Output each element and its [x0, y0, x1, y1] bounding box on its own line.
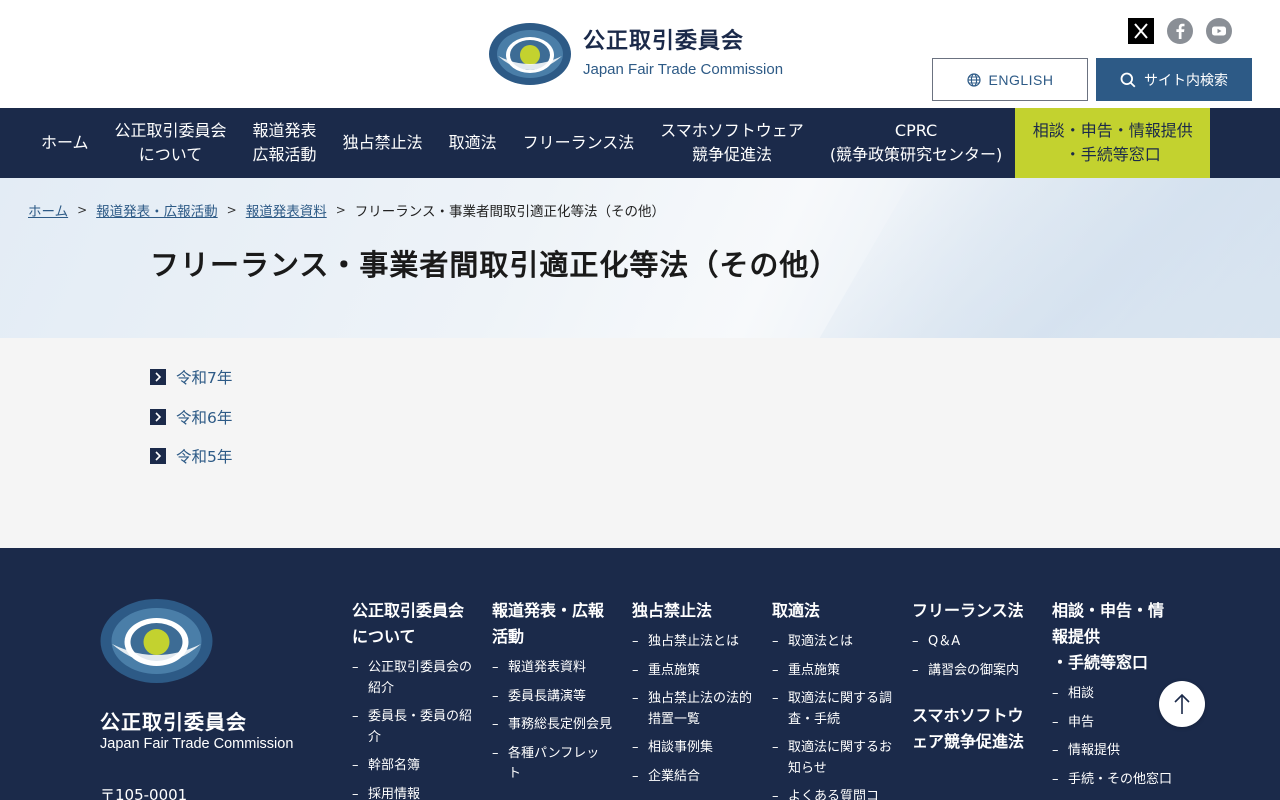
footer-link[interactable]: 各種パンフレット [492, 744, 612, 785]
breadcrumb-separator: > [77, 203, 88, 217]
youtube-icon[interactable] [1206, 18, 1232, 44]
footer-name-ja: 公正取引委員会 [100, 710, 247, 734]
footer-col-consultation: 相談・申告・情 報提供 ・手続等窓口 相談 申告 情報提供 手続・その他窓口 [1052, 598, 1172, 798]
footer-link[interactable]: 事務総長定例会見 [492, 715, 612, 736]
nav-smartphone[interactable]: スマホソフトウェア 競争促進法 [647, 108, 817, 178]
footer-link[interactable]: よくある質問コ [772, 787, 892, 800]
chevron-right-icon [150, 369, 166, 385]
footer-link[interactable]: 委員長・委員の紹介 [352, 707, 472, 748]
breadcrumb-home[interactable]: ホーム [28, 200, 68, 220]
nav-toriteki[interactable]: 取適法 [436, 108, 510, 178]
nav-consultation[interactable]: 相談・申告・情報提供 ・手続等窓口 [1015, 108, 1211, 178]
site-logo[interactable]: 公正取引委員会 Japan Fair Trade Commission [488, 22, 783, 86]
year-link[interactable]: 令和7年 [176, 366, 232, 388]
footer-link[interactable]: 情報提供 [1052, 741, 1172, 762]
footer-link[interactable]: 委員長講演等 [492, 687, 612, 708]
nav-home[interactable]: ホーム [28, 108, 102, 178]
footer-col-press: 報道発表・広報 活動 報道発表資料 委員長講演等 事務総長定例会見 各種パンフレ… [492, 598, 612, 793]
back-to-top-button[interactable] [1159, 681, 1205, 727]
arrow-up-icon [1174, 693, 1190, 714]
year-link[interactable]: 令和6年 [176, 406, 232, 428]
globe-icon [966, 72, 981, 87]
english-button[interactable]: ENGLISH [932, 58, 1088, 101]
nav-press[interactable]: 報道発表 広報活動 [240, 108, 330, 178]
footer-link[interactable]: 相談 [1052, 684, 1172, 705]
breadcrumb-press-materials[interactable]: 報道発表資料 [246, 200, 327, 220]
logo-name-en: Japan Fair Trade Commission [583, 61, 784, 78]
page-hero: ホーム > 報道発表・広報活動 > 報道発表資料 > フリーランス・事業者間取引… [0, 178, 1280, 338]
site-search-button[interactable]: サイト内検索 [1096, 58, 1252, 101]
x-icon[interactable] [1128, 18, 1154, 44]
footer-link[interactable]: 講習会の御案内 [912, 661, 1032, 682]
main-content: 令和7年 令和6年 令和5年 [0, 338, 1280, 548]
breadcrumb: ホーム > 報道発表・広報活動 > 報道発表資料 > フリーランス・事業者間取引… [28, 200, 665, 220]
list-item: 令和5年 [150, 446, 232, 466]
footer-link[interactable]: Q＆A [912, 632, 1032, 653]
footer-col-about: 公正取引委員会 について 公正取引委員会の紹介 委員長・委員の紹介 幹部名簿 採… [352, 598, 472, 800]
list-item: 令和7年 [150, 367, 232, 387]
year-list: 令和7年 令和6年 令和5年 [150, 367, 232, 486]
footer-link[interactable]: 独占禁止法とは [632, 632, 752, 653]
footer-heading[interactable]: フリーランス法 [912, 598, 1032, 624]
footer-heading[interactable]: 公正取引委員会 について [352, 598, 472, 650]
breadcrumb-separator: > [335, 203, 346, 217]
breadcrumb-current: フリーランス・事業者間取引適正化等法（その他） [354, 204, 666, 220]
nav-about[interactable]: 公正取引委員会 について [102, 108, 240, 178]
footer-link[interactable]: 申告 [1052, 713, 1172, 734]
site-footer: 公正取引委員会 Japan Fair Trade Commission 〒105… [0, 548, 1280, 800]
breadcrumb-separator: > [226, 203, 237, 217]
jftc-emblem-icon [489, 23, 571, 85]
footer-link[interactable]: 報道発表資料 [492, 658, 612, 679]
footer-link[interactable]: 取適法に関する調査・手続 [772, 689, 892, 730]
footer-heading[interactable]: 取適法 [772, 598, 892, 624]
footer-heading[interactable]: 報道発表・広報 活動 [492, 598, 612, 650]
page-title: フリーランス・事業者間取引適正化等法（その他） [150, 248, 840, 282]
footer-link[interactable]: 取適法に関するお知らせ [772, 738, 892, 779]
breadcrumb-press[interactable]: 報道発表・広報活動 [96, 200, 218, 220]
chevron-right-icon [150, 408, 166, 425]
footer-link[interactable]: 重点施策 [632, 661, 752, 682]
nav-freelance[interactable]: フリーランス法 [510, 108, 648, 178]
footer-heading[interactable]: 独占禁止法 [632, 598, 752, 624]
footer-link[interactable]: 独占禁止法の法的措置一覧 [632, 689, 752, 730]
footer-heading[interactable]: 相談・申告・情 報提供 ・手続等窓口 [1052, 598, 1172, 676]
footer-col-antimonopoly: 独占禁止法 独占禁止法とは 重点施策 独占禁止法の法的措置一覧 相談事例集 企業… [632, 598, 752, 795]
footer-link[interactable]: 公正取引委員会の紹介 [352, 658, 472, 699]
footer-link[interactable]: 採用情報 [352, 785, 472, 800]
footer-link[interactable]: 手続・その他窓口 [1052, 770, 1172, 791]
footer-link[interactable]: 重点施策 [772, 661, 892, 682]
social-links [1128, 18, 1232, 44]
footer-link[interactable]: 相談事例集 [632, 738, 752, 759]
search-icon [1120, 72, 1136, 87]
footer-col-freelance: フリーランス法 Q＆A 講習会の御案内 スマホソフトウ ェア競争促進法 [912, 598, 1032, 763]
jftc-emblem-icon[interactable] [100, 598, 213, 684]
facebook-icon[interactable] [1167, 18, 1193, 44]
footer-link[interactable]: 取適法とは [772, 632, 892, 653]
logo-name-ja: 公正取引委員会 [583, 29, 745, 54]
footer-name-en: Japan Fair Trade Commission [100, 736, 294, 752]
global-nav: ホーム 公正取引委員会 について 報道発表 広報活動 独占禁止法 取適法 フリー… [0, 108, 1280, 178]
hero-decoration [784, 178, 1280, 338]
footer-link[interactable]: 企業結合 [632, 767, 752, 788]
footer-col-toriteki: 取適法 取適法とは 重点施策 取適法に関する調査・手続 取適法に関するお知らせ … [772, 598, 892, 800]
list-item: 令和6年 [150, 407, 232, 427]
site-header: 公正取引委員会 Japan Fair Trade Commission ENGL… [0, 0, 1280, 108]
year-link[interactable]: 令和5年 [176, 445, 232, 467]
search-label: サイト内検索 [1144, 72, 1228, 89]
footer-link[interactable]: 幹部名簿 [352, 756, 472, 777]
chevron-right-icon [150, 448, 166, 464]
nav-antimonopoly[interactable]: 独占禁止法 [330, 108, 436, 178]
nav-cprc[interactable]: CPRC (競争政策研究センター) [817, 108, 1016, 178]
english-label: ENGLISH [988, 71, 1054, 88]
footer-heading[interactable]: スマホソフトウ ェア競争促進法 [912, 703, 1032, 755]
footer-zip: 〒105-0001 [100, 786, 188, 800]
